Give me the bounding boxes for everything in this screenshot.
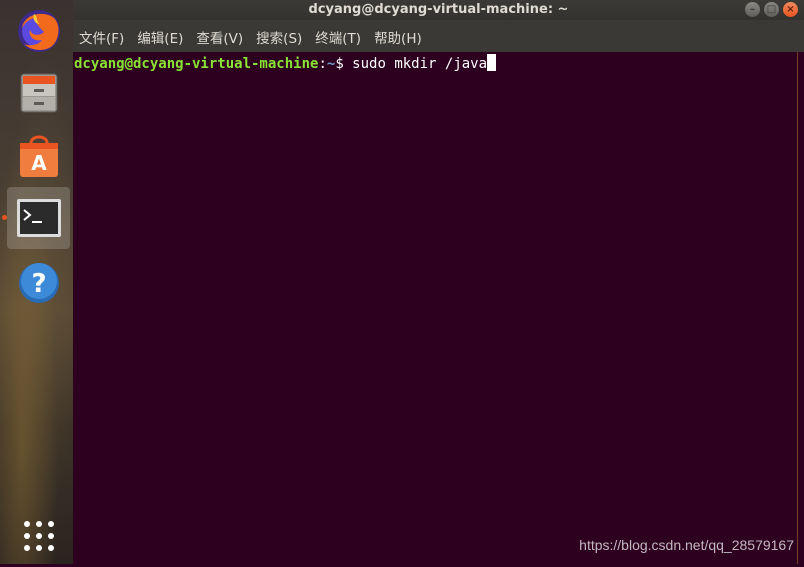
files-icon [20,73,57,113]
maximize-icon: □ [766,4,777,15]
software-center-icon: A [19,135,58,177]
software-center-launcher[interactable]: A [7,124,70,186]
close-button[interactable]: × [783,2,798,17]
window-title: dcyang@dcyang-virtual-machine: ~ [308,2,569,17]
running-indicator [2,215,7,220]
prompt-user-host: dcyang@dcyang-virtual-machine [74,56,319,72]
prompt-colon: : [318,56,327,72]
window-titlebar[interactable]: dcyang@dcyang-virtual-machine: ~ – □ × [73,0,804,20]
watermark-text: https://blog.csdn.net/qq_28579167 [579,537,794,553]
terminal-icon [16,199,61,237]
menu-terminal[interactable]: 终端(T) [315,27,361,52]
window-controls: – □ × [745,2,798,17]
launcher-dock: A ? [0,0,73,564]
minimize-button[interactable]: – [745,2,760,17]
menu-file[interactable]: 文件(F) [79,27,124,52]
terminal-launcher[interactable] [7,187,70,249]
menu-search[interactable]: 搜索(S) [256,27,302,52]
minimize-icon: – [750,4,755,15]
prompt-symbol: $ [335,56,353,72]
menu-edit[interactable]: 编辑(E) [137,27,183,52]
show-applications-button[interactable] [7,505,70,567]
firefox-icon [17,10,60,52]
maximize-button[interactable]: □ [764,2,779,17]
prompt-line: dcyang@dcyang-virtual-machine:~$ sudo mk… [74,54,497,73]
terminal-scrollbar[interactable] [797,52,804,564]
firefox-launcher[interactable] [7,0,70,62]
close-icon: × [786,4,795,15]
menu-bar: 文件(F) 编辑(E) 查看(V) 搜索(S) 终端(T) 帮助(H) [73,20,804,52]
text-cursor [487,54,497,71]
files-launcher[interactable] [7,60,70,122]
menu-view[interactable]: 查看(V) [196,27,243,52]
terminal-output[interactable]: dcyang@dcyang-virtual-machine:~$ sudo mk… [73,52,798,564]
help-icon: ? [18,263,59,303]
command-text: sudo mkdir /java [352,56,488,72]
svg-text:A: A [31,151,47,175]
svg-text:?: ? [31,269,46,299]
help-launcher[interactable]: ? [7,252,70,314]
show-applications-icon [23,521,54,551]
menu-help[interactable]: 帮助(H) [374,27,422,52]
